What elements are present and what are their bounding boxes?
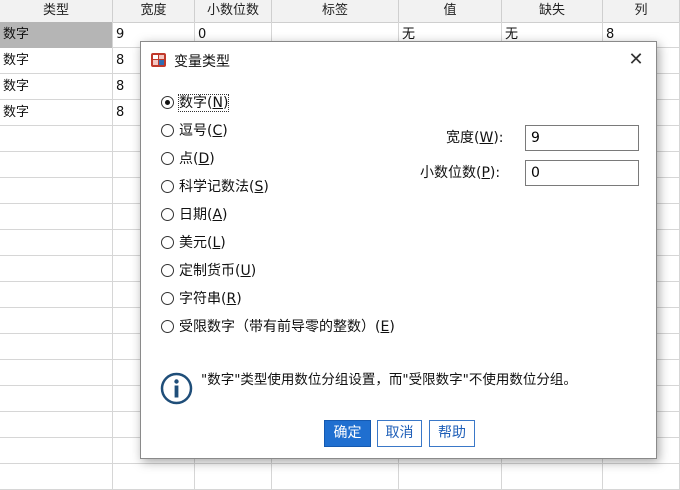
close-icon[interactable]: ✕ (626, 50, 646, 70)
radio-label: 点(D) (179, 151, 215, 167)
table-row (0, 464, 680, 490)
cell-type[interactable] (0, 308, 113, 334)
info-icon (160, 372, 193, 405)
radio-option[interactable]: 逗号(C) (161, 121, 228, 141)
radio-label: 逗号(C) (179, 123, 228, 139)
cell-type[interactable] (0, 230, 113, 256)
decimals-field[interactable] (525, 160, 639, 186)
cell-type[interactable] (0, 386, 113, 412)
cell-type[interactable] (0, 178, 113, 204)
cell-type[interactable]: 数字 (0, 22, 113, 48)
radio-label: 日期(A) (179, 207, 228, 223)
radio-unselected-icon[interactable] (161, 235, 174, 249)
help-button[interactable]: 帮助 (429, 420, 475, 447)
radio-label: 数字(N) (177, 94, 230, 112)
cell-type[interactable] (0, 204, 113, 230)
cell-width[interactable] (113, 464, 195, 490)
cell-type[interactable] (0, 256, 113, 282)
cell-columns[interactable] (603, 464, 680, 490)
cell-decimals[interactable] (195, 464, 272, 490)
width-field[interactable] (525, 125, 639, 151)
radio-unselected-icon[interactable] (161, 179, 174, 193)
decimals-label: 小数位数(P): (420, 165, 501, 181)
column-header-type[interactable]: 类型 (0, 0, 113, 22)
radio-unselected-icon[interactable] (161, 207, 174, 221)
cancel-button[interactable]: 取消 (377, 420, 422, 447)
ok-button[interactable]: 确定 (324, 420, 371, 447)
column-header-columns[interactable]: 列 (603, 0, 680, 22)
cell-type[interactable] (0, 412, 113, 438)
radio-option[interactable]: 数字(N) (161, 93, 230, 113)
cell-type[interactable] (0, 438, 113, 464)
cell-type[interactable] (0, 464, 113, 490)
spss-app-icon (151, 53, 166, 67)
radio-label: 字符串(R) (179, 291, 242, 307)
dialog-title: 变量类型 (174, 54, 230, 70)
radio-unselected-icon[interactable] (161, 123, 174, 137)
info-message: "数字"类型使用数位分组设置，而"受限数字"不使用数位分组。 (201, 372, 577, 388)
cell-type[interactable]: 数字 (0, 100, 113, 126)
cell-type[interactable] (0, 282, 113, 308)
radio-option[interactable]: 科学记数法(S) (161, 177, 269, 197)
radio-label: 受限数字（带有前导零的整数）(E) (179, 319, 395, 335)
radio-unselected-icon[interactable] (161, 319, 174, 333)
column-header-width[interactable]: 宽度 (113, 0, 195, 22)
cell-type[interactable] (0, 334, 113, 360)
radio-option[interactable]: 日期(A) (161, 205, 228, 225)
radio-label: 美元(L) (179, 235, 226, 251)
column-header-label[interactable]: 标签 (272, 0, 399, 22)
radio-label: 定制货币(U) (179, 263, 257, 279)
radio-option[interactable]: 受限数字（带有前导零的整数）(E) (161, 317, 395, 337)
cell-type[interactable]: 数字 (0, 48, 113, 74)
radio-option[interactable]: 点(D) (161, 149, 215, 169)
grid-header-row: 类型 宽度 小数位数 标签 值 缺失 列 (0, 0, 680, 23)
radio-label: 科学记数法(S) (179, 179, 269, 195)
variable-type-dialog: 变量类型 ✕ 数字(N) 逗号(C) 点(D) 科学记数法(S) 日期(A) 美元(L) 定… (140, 41, 657, 459)
cell-type[interactable]: 数字 (0, 74, 113, 100)
cell-type[interactable] (0, 152, 113, 178)
radio-option[interactable]: 美元(L) (161, 233, 226, 253)
radio-selected-icon[interactable] (161, 95, 174, 109)
radio-unselected-icon[interactable] (161, 151, 174, 165)
radio-unselected-icon[interactable] (161, 263, 174, 277)
column-header-missing[interactable]: 缺失 (502, 0, 603, 22)
column-header-decimals[interactable]: 小数位数 (195, 0, 272, 22)
width-label: 宽度(W): (446, 130, 504, 146)
radio-option[interactable]: 字符串(R) (161, 289, 242, 309)
cell-type[interactable] (0, 360, 113, 386)
cell-values[interactable] (399, 464, 502, 490)
cell-missing[interactable] (502, 464, 603, 490)
cell-type[interactable] (0, 126, 113, 152)
column-header-values[interactable]: 值 (399, 0, 502, 22)
cell-label[interactable] (272, 464, 399, 490)
radio-unselected-icon[interactable] (161, 291, 174, 305)
dialog-titlebar[interactable]: 变量类型 ✕ (141, 42, 656, 78)
radio-option[interactable]: 定制货币(U) (161, 261, 256, 281)
